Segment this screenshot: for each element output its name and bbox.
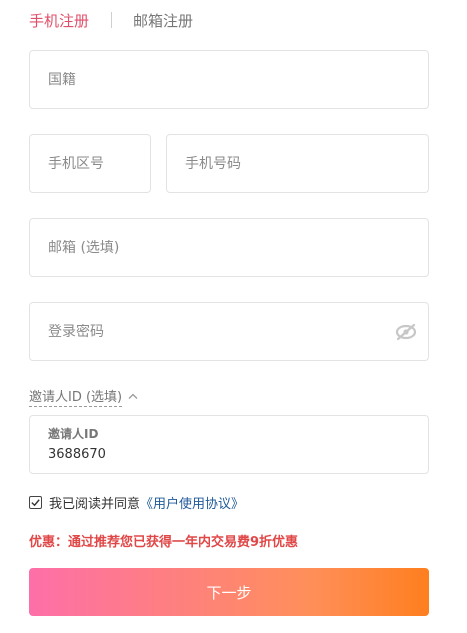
next-step-button[interactable]: 下一步 (29, 568, 429, 616)
phone-number-input[interactable] (185, 155, 428, 172)
area-code-input[interactable] (48, 155, 150, 172)
inviter-id-label: 邀请人ID (48, 427, 99, 441)
password-field[interactable] (29, 302, 429, 361)
agreement-text: 我已阅读并同意 (49, 496, 141, 512)
checkmark-icon (31, 498, 40, 506)
tab-email-register[interactable]: 邮箱注册 (133, 10, 193, 31)
area-code-field[interactable] (29, 134, 151, 193)
inviter-id-input[interactable] (48, 447, 410, 462)
email-field[interactable] (29, 218, 429, 277)
inviter-toggle-label: 邀请人ID (选填) (29, 386, 123, 407)
nationality-input[interactable] (48, 71, 428, 88)
tab-phone-register[interactable]: 手机注册 (29, 10, 89, 31)
agreement-row: 我已阅读并同意 《用户使用协议》 (29, 492, 244, 512)
promo-text: 优惠：通过推荐您已获得一年内交易费9折优惠 (29, 535, 299, 550)
register-tabs: 手机注册 邮箱注册 (29, 10, 193, 30)
tab-divider (111, 12, 113, 28)
nationality-field[interactable] (29, 50, 429, 109)
inviter-id-field[interactable]: 邀请人ID (29, 415, 429, 474)
password-input[interactable] (48, 323, 384, 340)
eye-hidden-icon[interactable] (395, 322, 417, 342)
email-input[interactable] (48, 239, 428, 256)
user-agreement-link[interactable]: 《用户使用协议》 (140, 493, 244, 512)
phone-number-field[interactable] (166, 134, 429, 193)
inviter-toggle[interactable]: 邀请人ID (选填) (29, 386, 138, 407)
register-form: 手机注册 邮箱注册 邀请人ID (选填) 邀请人ID (0, 0, 467, 633)
agreement-checkbox[interactable] (29, 495, 42, 509)
chevron-up-icon (128, 393, 138, 399)
